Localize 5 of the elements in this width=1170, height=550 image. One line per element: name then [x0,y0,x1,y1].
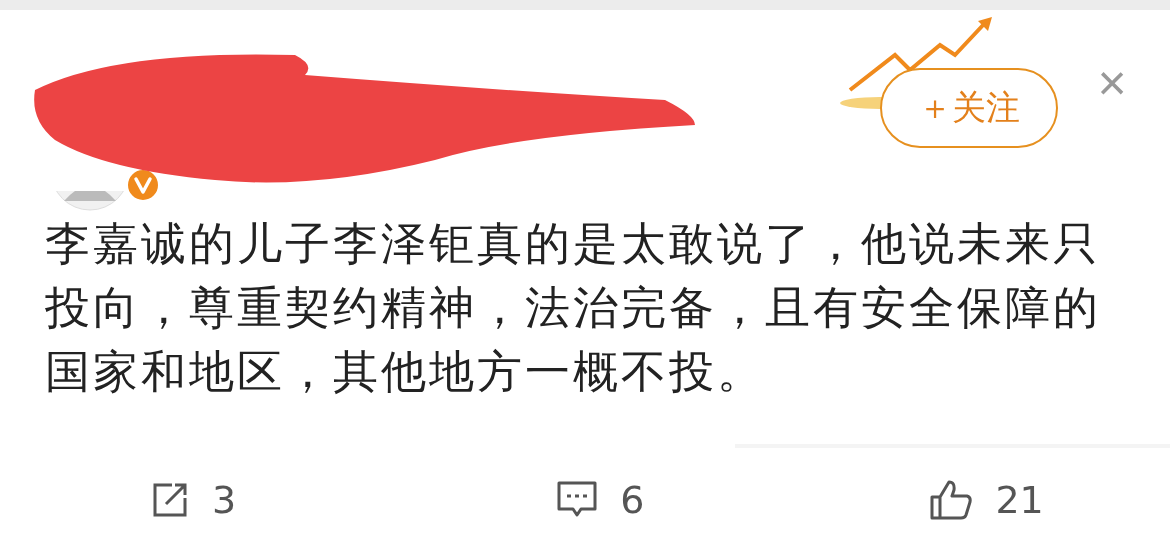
share-button[interactable]: 3 [150,478,237,522]
comment-button[interactable]: 6 [556,478,645,522]
like-button[interactable]: 21 [929,478,1044,522]
thumbs-up-icon [929,478,974,522]
post-text: 李嘉诚的儿子李泽钜真的是太敢说了，他说未来只投向，尊重契约精神，法治完备，且有安全保障的国家和地区，其他地方一概不投。 [45,216,1102,400]
